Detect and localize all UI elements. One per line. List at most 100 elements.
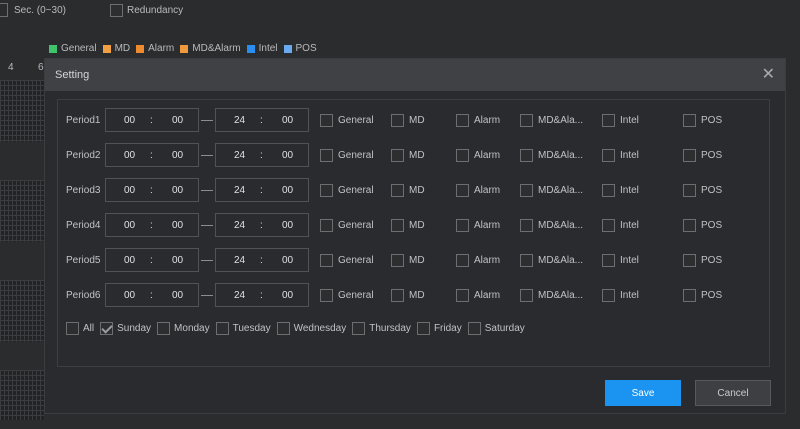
minute-value[interactable]: 00 <box>282 255 293 266</box>
record-type-checkbox[interactable] <box>456 183 469 197</box>
record-type-option[interactable]: MD <box>391 113 425 127</box>
hour-value[interactable]: 24 <box>234 255 245 266</box>
record-type-checkbox[interactable] <box>456 113 469 127</box>
record-type-checkbox[interactable] <box>520 148 533 162</box>
record-type-option[interactable]: MD <box>391 218 425 232</box>
record-type-option[interactable]: Intel <box>602 113 639 127</box>
end-time-input[interactable]: 24: 00 <box>215 108 309 132</box>
record-type-option[interactable]: Alarm <box>456 218 500 232</box>
record-type-checkbox[interactable] <box>683 253 696 267</box>
minute-value[interactable]: 00 <box>172 150 183 161</box>
record-type-checkbox[interactable] <box>520 288 533 302</box>
record-type-option[interactable]: General <box>320 113 374 127</box>
hour-value[interactable]: 24 <box>234 150 245 161</box>
record-type-option[interactable]: Alarm <box>456 148 500 162</box>
day-option[interactable]: Thursday <box>352 322 411 335</box>
record-type-checkbox[interactable] <box>602 113 615 127</box>
record-type-option[interactable]: Intel <box>602 218 639 232</box>
record-type-option[interactable]: MD&Ala... <box>520 218 583 232</box>
end-time-input[interactable]: 24: 00 <box>215 248 309 272</box>
record-type-option[interactable]: MD&Ala... <box>520 183 583 197</box>
record-type-checkbox[interactable] <box>602 148 615 162</box>
minute-value[interactable]: 00 <box>282 220 293 231</box>
hour-value[interactable]: 24 <box>234 115 245 126</box>
minute-value[interactable]: 00 <box>172 220 183 231</box>
record-type-checkbox[interactable] <box>391 113 404 127</box>
record-type-checkbox[interactable] <box>320 148 333 162</box>
record-type-option[interactable]: POS <box>683 218 722 232</box>
record-type-checkbox[interactable] <box>602 218 615 232</box>
hour-value[interactable]: 00 <box>124 220 135 231</box>
record-type-checkbox[interactable] <box>391 148 404 162</box>
record-type-option[interactable]: MD&Ala... <box>520 113 583 127</box>
minute-value[interactable]: 00 <box>282 185 293 196</box>
day-checkbox[interactable] <box>276 322 290 335</box>
record-type-checkbox[interactable] <box>683 113 696 127</box>
record-type-option[interactable]: Alarm <box>456 183 500 197</box>
minute-value[interactable]: 00 <box>172 255 183 266</box>
day-checkbox[interactable] <box>352 322 366 335</box>
hour-value[interactable]: 00 <box>124 290 135 301</box>
record-type-checkbox[interactable] <box>391 183 404 197</box>
day-option[interactable]: All <box>66 322 94 335</box>
minute-value[interactable]: 00 <box>282 290 293 301</box>
record-type-option[interactable]: Alarm <box>456 253 500 267</box>
record-type-option[interactable]: Alarm <box>456 288 500 302</box>
record-type-checkbox[interactable] <box>320 183 333 197</box>
record-type-checkbox[interactable] <box>683 218 696 232</box>
record-type-checkbox[interactable] <box>391 253 404 267</box>
day-option[interactable]: Saturday <box>467 322 525 335</box>
sec-input[interactable] <box>0 3 8 17</box>
save-button[interactable]: Save <box>605 380 681 406</box>
redundancy-checkbox[interactable] <box>110 4 123 17</box>
record-type-option[interactable]: POS <box>683 253 722 267</box>
record-type-checkbox[interactable] <box>520 218 533 232</box>
record-type-checkbox[interactable] <box>320 253 333 267</box>
record-type-option[interactable]: Intel <box>602 148 639 162</box>
hour-value[interactable]: 00 <box>124 255 135 266</box>
day-checkbox[interactable] <box>66 322 79 335</box>
record-type-option[interactable]: MD <box>391 148 425 162</box>
close-icon[interactable]: ✕ <box>762 67 775 83</box>
day-option[interactable]: Monday <box>157 322 210 335</box>
start-time-input[interactable]: 00: 00 <box>105 283 199 307</box>
record-type-checkbox[interactable] <box>456 218 469 232</box>
minute-value[interactable]: 00 <box>282 150 293 161</box>
day-checkbox[interactable] <box>416 322 430 335</box>
record-type-option[interactable]: MD&Ala... <box>520 288 583 302</box>
day-option[interactable]: Wednesday <box>276 322 346 335</box>
record-type-checkbox[interactable] <box>456 288 469 302</box>
record-type-option[interactable]: MD <box>391 253 425 267</box>
hour-value[interactable]: 00 <box>124 185 135 196</box>
day-checkbox[interactable] <box>467 322 481 335</box>
hour-value[interactable]: 24 <box>234 185 245 196</box>
minute-value[interactable]: 00 <box>172 115 183 126</box>
record-type-checkbox[interactable] <box>520 183 533 197</box>
record-type-option[interactable]: POS <box>683 183 722 197</box>
day-option[interactable]: Friday <box>416 322 462 335</box>
record-type-option[interactable]: Intel <box>602 288 639 302</box>
start-time-input[interactable]: 00: 00 <box>105 213 199 237</box>
end-time-input[interactable]: 24: 00 <box>215 283 309 307</box>
minute-value[interactable]: 00 <box>282 115 293 126</box>
hour-value[interactable]: 24 <box>234 290 245 301</box>
record-type-checkbox[interactable] <box>683 288 696 302</box>
record-type-option[interactable]: MD&Ala... <box>520 148 583 162</box>
record-type-option[interactable]: Intel <box>602 183 639 197</box>
record-type-option[interactable]: Intel <box>602 253 639 267</box>
day-checkbox[interactable] <box>215 322 229 335</box>
record-type-option[interactable]: POS <box>683 113 722 127</box>
day-option[interactable]: Sunday <box>100 322 151 335</box>
record-type-checkbox[interactable] <box>602 288 615 302</box>
record-type-checkbox[interactable] <box>456 148 469 162</box>
record-type-checkbox[interactable] <box>520 113 533 127</box>
record-type-option[interactable]: General <box>320 288 374 302</box>
record-type-option[interactable]: General <box>320 148 374 162</box>
day-option[interactable]: Tuesday <box>215 322 271 335</box>
start-time-input[interactable]: 00: 00 <box>105 108 199 132</box>
record-type-checkbox[interactable] <box>602 253 615 267</box>
minute-value[interactable]: 00 <box>172 185 183 196</box>
hour-value[interactable]: 00 <box>124 150 135 161</box>
start-time-input[interactable]: 00: 00 <box>105 143 199 167</box>
record-type-checkbox[interactable] <box>683 148 696 162</box>
